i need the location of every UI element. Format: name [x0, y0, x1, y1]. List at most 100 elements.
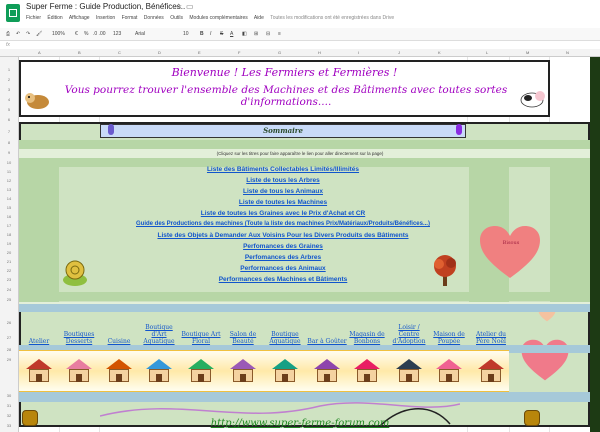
col-c[interactable]: C: [118, 50, 121, 55]
category-centre-adoption[interactable]: Loisir / Centre d'Adoption: [389, 313, 429, 345]
row-number[interactable]: 21: [0, 259, 18, 264]
row-number[interactable]: 23: [0, 277, 18, 282]
row-number[interactable]: 20: [0, 250, 18, 255]
percent-button[interactable]: %: [84, 31, 88, 37]
link-perf-graines[interactable]: Perfomances des Graines: [100, 243, 466, 250]
row-number[interactable]: 22: [0, 268, 18, 273]
col-a[interactable]: A: [38, 50, 41, 55]
row-number[interactable]: 30: [0, 393, 18, 398]
building-icon[interactable]: [314, 359, 340, 383]
col-i[interactable]: I: [358, 50, 359, 55]
row-number[interactable]: 16: [0, 214, 18, 219]
row-number[interactable]: 11: [0, 169, 18, 174]
row-number[interactable]: 24: [0, 287, 18, 292]
row-number[interactable]: 14: [0, 196, 18, 201]
row-number[interactable]: 15: [0, 205, 18, 210]
folder-icon[interactable]: ▭: [186, 2, 194, 11]
menu-data[interactable]: Données: [144, 15, 164, 21]
building-icon[interactable]: [26, 359, 52, 383]
menu-edit[interactable]: Édition: [47, 15, 62, 21]
row-number[interactable]: 5: [0, 107, 18, 112]
menu-addons[interactable]: Modules complémentaires: [189, 15, 247, 21]
row-number[interactable]: 27: [0, 335, 18, 340]
fill-color-icon[interactable]: ◧: [242, 31, 247, 37]
menu-file[interactable]: Fichier: [26, 15, 41, 21]
row-number[interactable]: 28: [0, 347, 18, 352]
building-icon[interactable]: [396, 359, 422, 383]
building-icon[interactable]: [478, 359, 504, 383]
row-number[interactable]: 13: [0, 187, 18, 192]
italic-icon[interactable]: I: [210, 31, 211, 37]
menu-help[interactable]: Aide: [254, 15, 264, 21]
col-g[interactable]: G: [278, 50, 281, 55]
row-number[interactable]: 31: [0, 403, 18, 408]
row-number[interactable]: 25: [0, 297, 18, 302]
menu-tools[interactable]: Outils: [170, 15, 183, 21]
forum-link[interactable]: http://www.super-ferme-forum.com: [0, 418, 600, 429]
category-cuisine[interactable]: Cuisine: [99, 313, 139, 345]
col-e[interactable]: E: [198, 50, 201, 55]
building-icon[interactable]: [188, 359, 214, 383]
row-number[interactable]: 4: [0, 97, 18, 102]
category-boutiques-desserts[interactable]: Boutiques Desserts: [59, 313, 99, 345]
row-number[interactable]: 18: [0, 232, 18, 237]
category-boutique-aquatique[interactable]: Boutique Aquatique: [265, 313, 305, 345]
building-icon[interactable]: [230, 359, 256, 383]
row-number[interactable]: 3: [0, 87, 18, 92]
category-art-floral[interactable]: Boutique Art Floral: [181, 313, 221, 345]
col-b[interactable]: B: [78, 50, 81, 55]
building-icon[interactable]: [106, 359, 132, 383]
category-magasin-bonbons[interactable]: Magasin de Bonbons: [347, 313, 387, 345]
building-icon[interactable]: [146, 359, 172, 383]
link-perf-animaux[interactable]: Performances des Animaux: [100, 265, 466, 272]
category-bar-gouter[interactable]: Bar à Goûter: [307, 313, 347, 345]
category-maison-poupee[interactable]: Maison de Poupée: [429, 313, 469, 345]
col-f[interactable]: F: [238, 50, 240, 55]
row-number[interactable]: 29: [0, 357, 18, 362]
building-icon[interactable]: [436, 359, 462, 383]
decimals-button[interactable]: .0 .00: [93, 31, 106, 37]
font-size-select[interactable]: 10: [183, 31, 189, 37]
link-perf-arbres[interactable]: Perfomances des Arbres: [100, 254, 466, 261]
strikethrough-icon[interactable]: S: [220, 31, 223, 37]
category-atelier[interactable]: Atelier: [19, 313, 59, 345]
row-number[interactable]: 12: [0, 178, 18, 183]
borders-icon[interactable]: ⊞: [254, 31, 258, 37]
row-number[interactable]: 6: [0, 117, 18, 122]
menu-view[interactable]: Affichage: [69, 15, 90, 21]
menu-insert[interactable]: Insertion: [96, 15, 115, 21]
save-status[interactable]: Toutes les modifications ont été enregis…: [270, 15, 394, 21]
row-number[interactable]: 8: [0, 140, 18, 145]
link-arbres[interactable]: Liste de tous les Arbres: [100, 177, 466, 184]
building-icon[interactable]: [272, 359, 298, 383]
print-icon[interactable]: ⎙: [6, 31, 10, 37]
font-select[interactable]: Arial: [135, 31, 145, 37]
row-number[interactable]: 17: [0, 223, 18, 228]
col-k[interactable]: K: [438, 50, 441, 55]
col-d[interactable]: D: [158, 50, 161, 55]
category-art-aquatique[interactable]: Boutique d'Art Aquatique: [139, 313, 179, 345]
document-title[interactable]: Super Ferme : Guide Production, Bénéfice…: [26, 2, 185, 11]
link-animaux[interactable]: Liste de tous les Animaux: [100, 188, 466, 195]
sheet-icon[interactable]: [6, 4, 20, 22]
row-number[interactable]: 26: [0, 320, 18, 325]
building-icon[interactable]: [354, 359, 380, 383]
link-batiments-collectables[interactable]: Liste des Bâtiments Collectables Limités…: [100, 166, 466, 173]
link-graines[interactable]: Liste de toutes les Graines avec le Prix…: [100, 210, 466, 217]
col-j[interactable]: J: [398, 50, 400, 55]
text-color-icon[interactable]: A: [230, 31, 233, 37]
bold-icon[interactable]: B: [200, 31, 204, 37]
col-l[interactable]: L: [486, 50, 488, 55]
row-number[interactable]: 19: [0, 241, 18, 246]
col-n[interactable]: N: [566, 50, 569, 55]
zoom-select[interactable]: 100%: [52, 31, 65, 37]
undo-icon[interactable]: ↶: [16, 31, 20, 37]
currency-button[interactable]: €: [75, 31, 78, 37]
link-guide-productions[interactable]: Guide des Productions des machines (Tout…: [90, 221, 476, 227]
row-number[interactable]: 1: [0, 67, 18, 72]
align-icon[interactable]: ≡: [278, 31, 281, 37]
building-icon[interactable]: [66, 359, 92, 383]
redo-icon[interactable]: ↷: [26, 31, 30, 37]
paint-format-icon[interactable]: 🖌: [36, 31, 42, 37]
row-number[interactable]: 10: [0, 160, 18, 165]
